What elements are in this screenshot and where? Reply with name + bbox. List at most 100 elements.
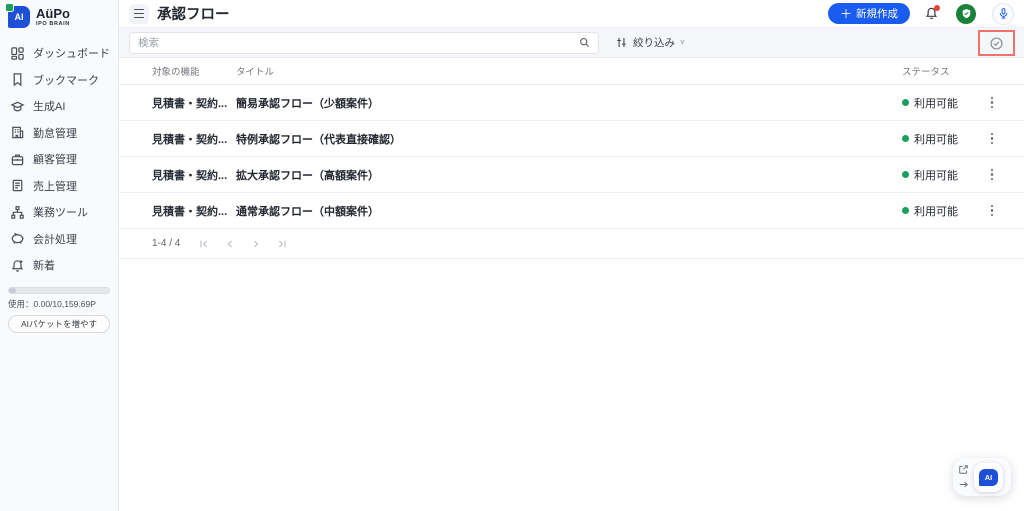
kebab-menu-icon[interactable] bbox=[987, 93, 998, 113]
cell-title: 拡大承認フロー（高額案件） bbox=[236, 167, 902, 183]
cell-title: 通常承認フロー（中額案件） bbox=[236, 203, 902, 219]
prev-page-icon[interactable] bbox=[222, 236, 238, 252]
filter-label: 絞り込み bbox=[633, 35, 675, 50]
status-badge: 利用可能 bbox=[914, 131, 958, 147]
customer-icon bbox=[10, 152, 25, 167]
sidebar-item-dashboard[interactable]: ダッシュボード bbox=[0, 40, 118, 67]
search-box bbox=[129, 32, 599, 54]
sidebar-item-bookmark[interactable]: ブックマーク bbox=[0, 67, 118, 94]
search-button[interactable] bbox=[570, 33, 598, 53]
logo-green-badge-icon bbox=[5, 3, 14, 12]
usage-progress-fill bbox=[9, 288, 16, 293]
notifications-button[interactable] bbox=[922, 5, 940, 23]
sidebar-item-customer[interactable]: 顧客管理 bbox=[0, 146, 118, 173]
create-new-button[interactable]: ＋ 新規作成 bbox=[828, 3, 910, 24]
status-badge: 利用可能 bbox=[914, 95, 958, 111]
sidebar-item-new-arrivals[interactable]: 新着 bbox=[0, 252, 118, 279]
sidebar-item-label: 新着 bbox=[33, 257, 55, 273]
ai-chat-button[interactable]: AI bbox=[974, 463, 1003, 492]
kebab-menu-icon[interactable] bbox=[987, 129, 998, 149]
sidebar-nav: ダッシュボード ブックマーク 生成AI 勤怠管理 顧客管理 売上管理 bbox=[0, 33, 118, 279]
table-row[interactable]: 見積書・契約... 通常承認フロー（中額案件） 利用可能 bbox=[119, 193, 1024, 229]
voice-input-button[interactable] bbox=[992, 3, 1014, 25]
sidebar-item-label: 業務ツール bbox=[33, 204, 88, 220]
cell-function: 見積書・契約... bbox=[152, 95, 236, 111]
create-new-label: 新規作成 bbox=[856, 6, 898, 21]
plus-icon: ＋ bbox=[840, 8, 852, 20]
main-area: 承認フロー ＋ 新規作成 bbox=[119, 0, 1024, 511]
tools-icon bbox=[10, 205, 25, 220]
bookmark-icon bbox=[10, 72, 25, 87]
usage-panel: 使用：0.00/10,159.69P AIパケットを増やす bbox=[0, 287, 118, 333]
shield-icon bbox=[961, 8, 972, 19]
pagination-range: 1-4 / 4 bbox=[152, 238, 180, 249]
status-dot-icon bbox=[902, 171, 909, 178]
kebab-menu-icon[interactable] bbox=[987, 201, 998, 221]
last-page-icon[interactable] bbox=[274, 236, 290, 252]
table-row[interactable]: 見積書・契約... 特例承認フロー（代表直接確認） 利用可能 bbox=[119, 121, 1024, 157]
notification-badge bbox=[934, 5, 940, 11]
first-page-icon[interactable] bbox=[196, 236, 212, 252]
app-logo[interactable]: AI AüPo IPO BRAIN bbox=[0, 0, 118, 33]
cell-function: 見積書・契約... bbox=[152, 203, 236, 219]
status-badge: 利用可能 bbox=[914, 167, 958, 183]
table-row[interactable]: 見積書・契約... 拡大承認フロー（高額案件） 利用可能 bbox=[119, 157, 1024, 193]
accounting-icon bbox=[10, 231, 25, 246]
search-filter-toolbar: 絞り込み ˅ bbox=[119, 28, 1024, 58]
pagination-bar: 1-4 / 4 bbox=[119, 229, 1024, 259]
sidebar-item-attendance[interactable]: 勤怠管理 bbox=[0, 120, 118, 147]
table-row[interactable]: 見積書・契約... 簡易承認フロー（少額案件） 利用可能 bbox=[119, 85, 1024, 121]
search-icon bbox=[578, 36, 591, 49]
microphone-icon bbox=[997, 7, 1010, 20]
cell-function: 見積書・契約... bbox=[152, 167, 236, 183]
security-status-button[interactable] bbox=[956, 4, 976, 24]
sales-icon bbox=[10, 178, 25, 193]
arrow-right-icon[interactable] bbox=[958, 479, 969, 490]
new-arrivals-icon bbox=[10, 258, 25, 273]
sidebar-item-accounting[interactable]: 会計処理 bbox=[0, 226, 118, 253]
sidebar-item-sales[interactable]: 売上管理 bbox=[0, 173, 118, 200]
table-header-row: 対象の機能 タイトル ステータス bbox=[119, 58, 1024, 85]
cell-title: 特例承認フロー（代表直接確認） bbox=[236, 131, 902, 147]
annotation-highlight-box bbox=[978, 30, 1015, 56]
dashboard-icon bbox=[10, 46, 25, 61]
column-header-status: ステータス bbox=[902, 64, 972, 78]
app-logo-icon: AI bbox=[8, 6, 30, 28]
attendance-icon bbox=[10, 125, 25, 140]
filter-sliders-icon bbox=[615, 36, 628, 49]
next-page-icon[interactable] bbox=[248, 236, 264, 252]
column-header-function: 対象の機能 bbox=[152, 64, 236, 78]
sidebar-item-label: 顧客管理 bbox=[33, 151, 77, 167]
page-title: 承認フロー bbox=[157, 3, 230, 24]
chevron-down-icon: ˅ bbox=[680, 38, 685, 47]
search-input[interactable] bbox=[130, 33, 570, 53]
sidebar: AI AüPo IPO BRAIN ダッシュボード ブックマーク 生成AI bbox=[0, 0, 119, 511]
kebab-menu-icon[interactable] bbox=[987, 165, 998, 185]
column-header-title: タイトル bbox=[236, 64, 902, 78]
sidebar-item-label: ブックマーク bbox=[33, 72, 99, 88]
menu-icon[interactable] bbox=[129, 4, 149, 24]
generative-ai-icon bbox=[10, 99, 25, 114]
sidebar-item-label: 会計処理 bbox=[33, 231, 77, 247]
open-in-new-icon[interactable] bbox=[958, 464, 969, 475]
status-dot-icon bbox=[902, 135, 909, 142]
add-ai-packet-button[interactable]: AIパケットを増やす bbox=[8, 315, 110, 333]
ai-assistant-widget: AI bbox=[953, 458, 1011, 496]
cell-title: 簡易承認フロー（少額案件） bbox=[236, 95, 902, 111]
sidebar-item-label: 勤怠管理 bbox=[33, 125, 77, 141]
sidebar-item-label: 売上管理 bbox=[33, 178, 77, 194]
status-dot-icon bbox=[902, 207, 909, 214]
status-badge: 利用可能 bbox=[914, 203, 958, 219]
sidebar-item-generative-ai[interactable]: 生成AI bbox=[0, 93, 118, 120]
cell-function: 見積書・契約... bbox=[152, 131, 236, 147]
check-circle-icon[interactable] bbox=[989, 36, 1004, 51]
top-bar: 承認フロー ＋ 新規作成 bbox=[119, 0, 1024, 28]
usage-progress-bar bbox=[8, 287, 110, 294]
app-name: AüPo bbox=[36, 7, 70, 21]
app-window: AI AüPo IPO BRAIN ダッシュボード ブックマーク 生成AI bbox=[0, 0, 1024, 511]
filter-button[interactable]: 絞り込み ˅ bbox=[615, 35, 685, 50]
sidebar-item-label: ダッシュボード bbox=[33, 45, 110, 61]
app-subtitle: IPO BRAIN bbox=[36, 21, 70, 27]
sidebar-item-tools[interactable]: 業務ツール bbox=[0, 199, 118, 226]
sidebar-item-label: 生成AI bbox=[33, 98, 65, 114]
